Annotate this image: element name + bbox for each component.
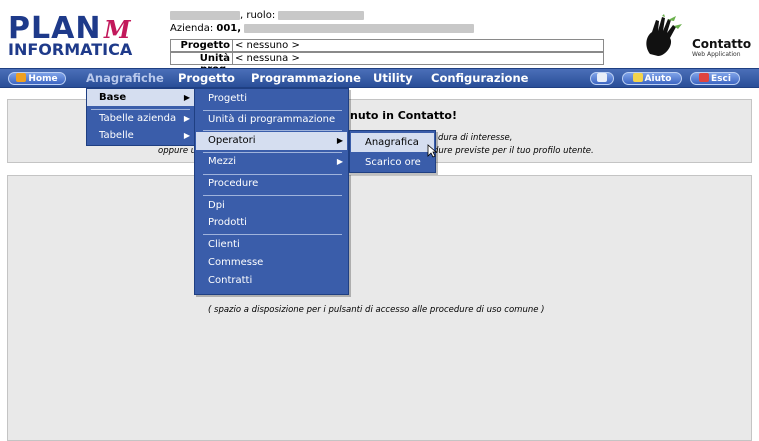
aiuto-label: Aiuto	[644, 74, 672, 84]
welcome-msg-line1: dura di interesse,	[438, 133, 513, 143]
menu-item-contratti[interactable]: Contratti	[196, 272, 347, 290]
menu-item-base[interactable]: Base ▶	[87, 89, 194, 106]
redacted-role	[278, 10, 365, 20]
menu-item-base-label: Base	[99, 92, 127, 103]
user-row: , ruolo:	[170, 10, 610, 22]
contatto-brand: Contatto Web Application	[640, 10, 755, 62]
exit-icon	[699, 73, 710, 82]
menu-divider	[203, 234, 342, 235]
menu-item-clienti[interactable]: Clienti	[196, 236, 347, 254]
progetto-value: < nessuno >	[235, 40, 300, 51]
planinformatica-logo: PLAN M INFORMATICA	[8, 14, 148, 64]
home-label: Home	[28, 74, 58, 84]
chevron-right-icon: ▶	[183, 114, 190, 123]
home-icon	[16, 73, 27, 82]
logo-mark: M	[104, 15, 131, 44]
progetto-field[interactable]: Progetto < nessuno >	[170, 39, 604, 52]
welcome-msg-line2-start: oppure u	[158, 146, 197, 156]
chevron-right-icon: ▶	[336, 157, 343, 166]
menu-divider	[203, 130, 342, 131]
menu-item-mezzi[interactable]: Mezzi ▶	[196, 153, 347, 171]
menu-item-anagrafica[interactable]: Anagrafica	[351, 133, 434, 152]
monitor-button[interactable]	[590, 72, 614, 85]
azienda-label: Azienda:	[170, 23, 214, 34]
chevron-right-icon: ▶	[183, 93, 190, 102]
menu-item-operatori-label: Operatori	[208, 135, 256, 146]
menu-divider	[203, 195, 342, 196]
operatori-submenu: Anagrafica Scarico ore	[349, 130, 436, 173]
progetto-label: Progetto	[171, 40, 233, 51]
app-header: PLAN M INFORMATICA , ruolo: Azienda: 001…	[0, 0, 759, 75]
welcome-title: nuto in Contatto!	[350, 109, 457, 122]
welcome-msg-line2-end: dure previste per il tuo profilo utente.	[433, 146, 594, 156]
esci-button[interactable]: Esci	[690, 72, 740, 85]
monitor-icon	[597, 73, 607, 82]
menu-item-unita-programmazione[interactable]: Unità di programmazione	[196, 111, 347, 129]
shortcuts-placeholder: ( spazio a disposizione per i pulsanti d…	[208, 305, 545, 315]
menu-item-procedure[interactable]: Procedure	[196, 175, 347, 193]
menu-item-tabelle-azienda[interactable]: Tabelle azienda ▶	[87, 110, 194, 127]
menu-item-scarico-ore[interactable]: Scarico ore	[351, 153, 434, 172]
brand-subtitle: Web Application	[692, 51, 741, 58]
nav-progetto[interactable]: Progetto	[178, 69, 235, 88]
shortcuts-panel: ( spazio a disposizione per i pulsanti d…	[7, 175, 752, 441]
menu-item-tabelle[interactable]: Tabelle ▶	[87, 127, 194, 144]
menu-item-prodotti[interactable]: Prodotti	[196, 214, 347, 232]
home-button[interactable]: Home	[8, 72, 66, 85]
logo-line2: INFORMATICA	[8, 40, 133, 59]
chevron-right-icon: ▶	[183, 131, 190, 140]
user-info: , ruolo: Azienda: 001, Progetto < nessun…	[170, 10, 610, 75]
unita-value: < nessuna >	[235, 53, 300, 64]
azienda-row: Azienda: 001,	[170, 22, 610, 35]
unita-label: Unità prog.	[171, 53, 233, 75]
menu-item-mezzi-label: Mezzi	[208, 156, 237, 167]
hand-logo-icon	[646, 14, 682, 56]
redacted-user	[170, 10, 240, 20]
anagrafiche-menu: Base ▶ Tabelle azienda ▶ Tabelle ▶	[86, 88, 195, 146]
chevron-right-icon: ▶	[336, 136, 343, 145]
menu-item-tabelle-label: Tabelle	[99, 130, 134, 141]
esci-label: Esci	[711, 74, 731, 84]
menu-item-operatori[interactable]: Operatori ▶	[196, 132, 347, 150]
brand-name: Contatto	[692, 37, 752, 51]
redacted-azienda	[244, 23, 475, 33]
menu-item-dpi[interactable]: Dpi	[196, 197, 347, 215]
azienda-value: 001,	[216, 23, 242, 34]
menu-item-progetti[interactable]: Progetti	[196, 90, 347, 108]
unita-field[interactable]: Unità prog. < nessuna >	[170, 52, 604, 75]
nav-utility[interactable]: Utility	[373, 69, 413, 88]
aiuto-button[interactable]: Aiuto	[622, 72, 682, 85]
menu-item-tabelle-azienda-label: Tabelle azienda	[99, 113, 177, 124]
base-submenu: Progetti Unità di programmazione Operato…	[194, 88, 349, 295]
menu-item-commesse[interactable]: Commesse	[196, 254, 347, 272]
help-icon	[632, 73, 643, 82]
main-nav: Home Anagrafiche Progetto Programmazione…	[0, 68, 759, 88]
nav-anagrafiche[interactable]: Anagrafiche	[86, 69, 164, 88]
user-role-label: , ruolo:	[240, 10, 276, 21]
nav-configurazione[interactable]: Configurazione	[431, 69, 528, 88]
mouse-cursor-icon	[427, 144, 437, 158]
nav-programmazione[interactable]: Programmazione	[251, 69, 361, 88]
